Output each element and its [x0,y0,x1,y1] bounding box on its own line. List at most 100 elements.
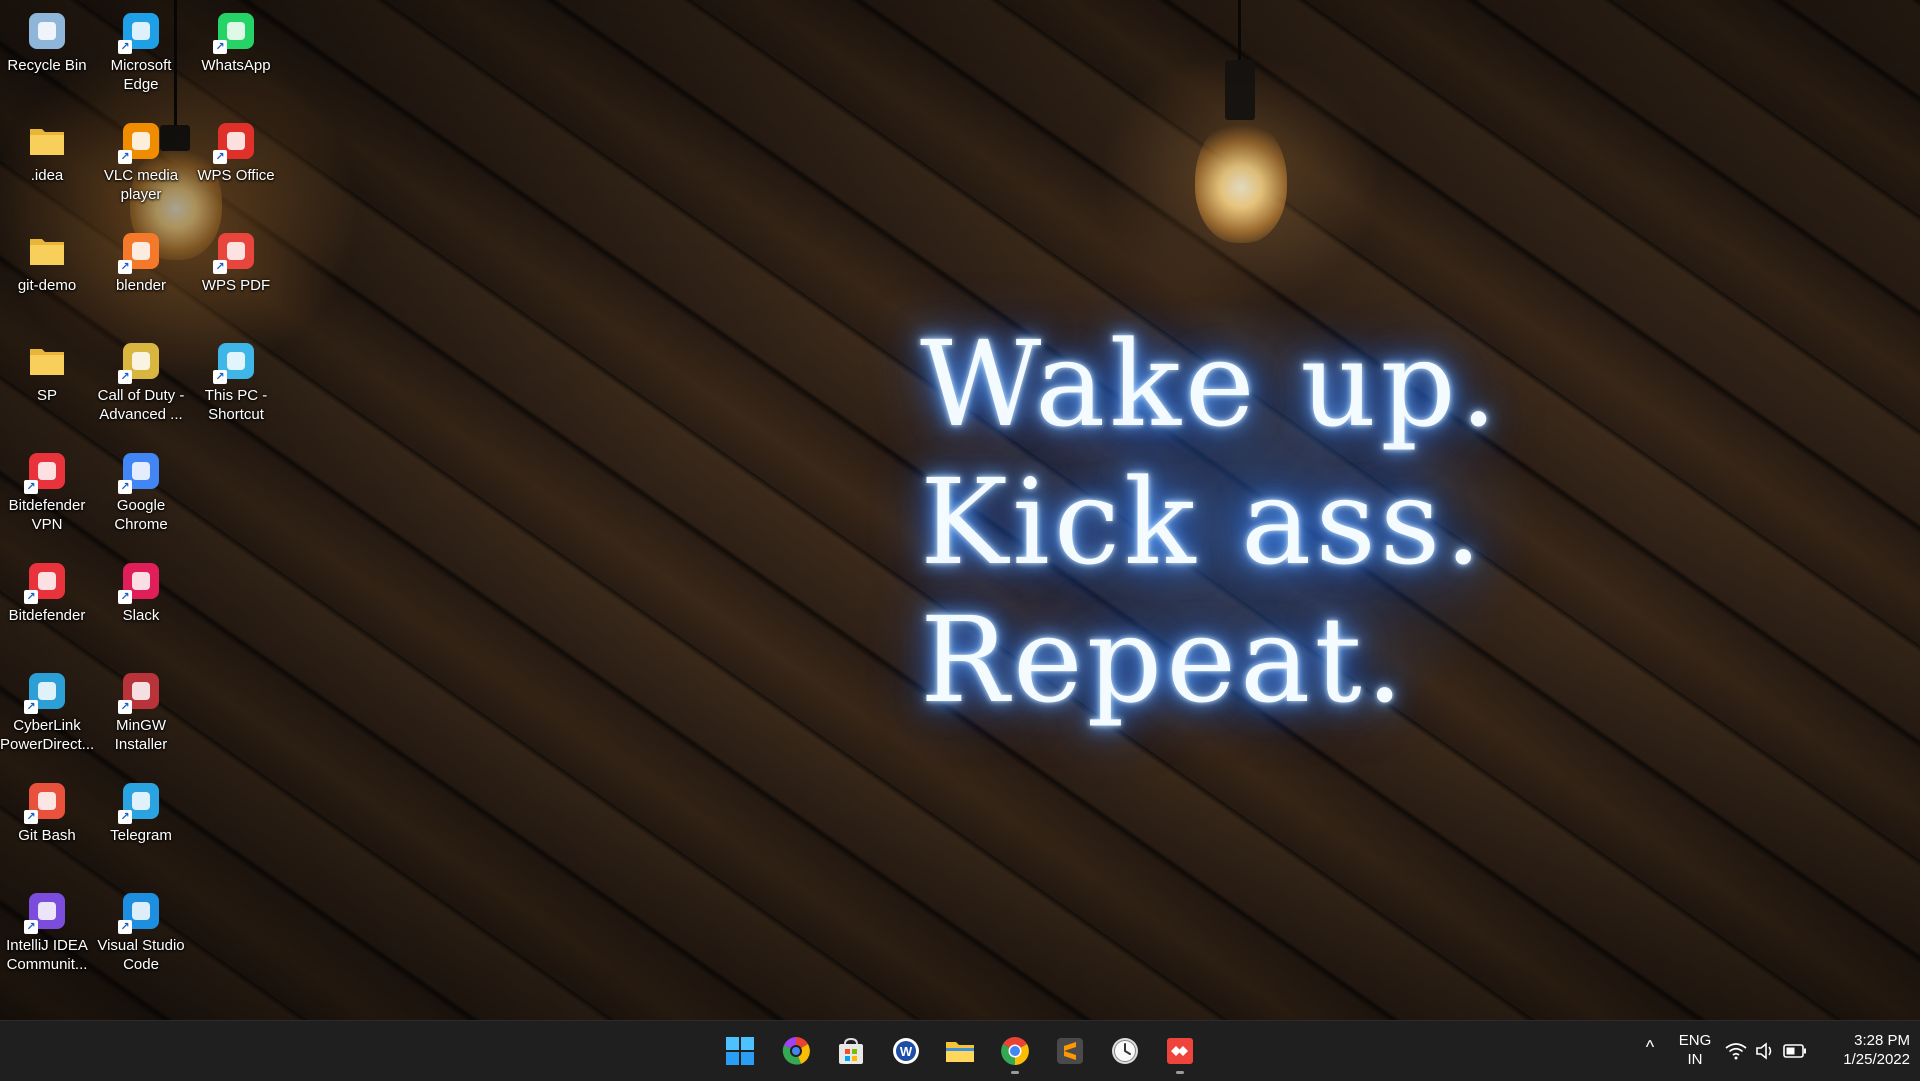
sublime-text-icon [1057,1038,1083,1064]
show-hidden-icons-button[interactable]: ^ [1638,1037,1662,1061]
desktop-icon[interactable]: ↗ Telegram [94,772,188,878]
clock-date: 1/25/2022 [1843,1051,1910,1068]
shortcut-arrow-icon: ↗ [118,480,132,494]
light-bulb-right [1195,118,1287,243]
microsoft-store-icon [839,1037,863,1064]
neon-line-3: Repeat. [920,591,1408,729]
taskbar-app-file-explorer[interactable] [940,1031,980,1071]
desktop-icon[interactable]: ↗ Slack [94,552,188,658]
region-code: IN [1687,1051,1703,1068]
desktop-icon-label: Google Chrome [114,497,168,533]
taskbar-app-clock[interactable] [1105,1031,1145,1071]
intellij-icon: ↗ [24,890,68,934]
mingw-icon: ↗ [118,670,162,714]
windows-start-icon [726,1037,754,1065]
desktop-icon-label: Bitdefender [8,607,86,624]
call-of-duty-icon: ↗ [118,340,162,384]
taskbar-app-store[interactable] [831,1031,871,1071]
shortcut-arrow-icon: ↗ [24,480,38,494]
desktop-icon-label: WPS PDF [201,277,271,294]
desktop-icon-label: Recycle Bin [7,57,87,74]
folder-icon [26,340,68,382]
shortcut-arrow-icon: ↗ [24,920,38,934]
desktop-wallpaper: Wake up. Kick ass. Repeat. [0,0,1920,1020]
slack-icon: ↗ [118,560,162,604]
wps-pdf-icon: ↗ [213,230,257,274]
desktop-icon[interactable]: ↗ Microsoft Edge [94,2,188,108]
desktop-icon-label: This PC - Shortcut [204,387,268,423]
shortcut-arrow-icon: ↗ [118,590,132,604]
shortcut-arrow-icon: ↗ [118,370,132,384]
recycle-bin-icon [26,10,68,52]
desktop-icon-label: Slack [122,607,160,624]
svg-text:W: W [900,1044,913,1059]
language-indicator[interactable]: ENG IN [1670,1031,1720,1069]
shortcut-arrow-icon: ↗ [213,260,227,274]
bitdefender-vpn-icon: ↗ [24,450,68,494]
taskbar-app-w[interactable]: W [886,1031,926,1071]
desktop-icon[interactable]: ↗ Google Chrome [94,442,188,548]
file-explorer-icon [946,1042,974,1062]
taskbar-app-chrome-canary[interactable] [776,1031,816,1071]
start-button[interactable] [720,1031,760,1071]
bulb-cord [1238,0,1241,65]
desktop-icon[interactable]: ↗ Bitdefender VPN [0,442,94,548]
shortcut-arrow-icon: ↗ [24,590,38,604]
desktop-icon-label: VLC media player [103,167,179,203]
quick-settings-button[interactable] [1725,1039,1811,1063]
desktop-icon[interactable]: ↗ VLC media player [94,112,188,218]
clock-date-button[interactable]: 3:28 PM 1/25/2022 [1810,1031,1910,1069]
desktop-icon[interactable]: ↗ CyberLink PowerDirect... [0,662,94,768]
desktop-icon-label: Git Bash [18,827,76,844]
desktop-icon[interactable]: git-demo [0,222,94,328]
shortcut-arrow-icon: ↗ [118,810,132,824]
clock-time: 3:28 PM [1854,1032,1910,1049]
desktop-icon[interactable]: ↗ Call of Duty - Advanced ... [94,332,188,438]
desktop-icon[interactable]: ↗ WhatsApp [189,2,283,108]
bulb-cap [1225,60,1255,120]
taskbar-app-chrome[interactable] [995,1031,1035,1074]
chevron-up-icon: ^ [1645,1037,1655,1057]
desktop-icon-label: Visual Studio Code [97,937,185,973]
desktop-icon-label: Telegram [110,827,172,844]
running-indicator [1011,1071,1019,1074]
desktop-icon-label: Bitdefender VPN [8,497,86,533]
neon-sign: Wake up. Kick ass. Repeat. [920,315,1620,729]
shortcut-arrow-icon: ↗ [213,150,227,164]
desktop-icon[interactable]: ↗ This PC - Shortcut [189,332,283,438]
desktop-icon[interactable]: ↗ WPS PDF [189,222,283,328]
desktop-icon[interactable]: ↗ IntelliJ IDEA Communit... [0,882,94,988]
vscode-icon: ↗ [118,890,162,934]
desktop-icon[interactable]: SP [0,332,94,438]
desktop-icon-label: blender [115,277,167,294]
anydesk-icon [1167,1038,1193,1064]
cyberlink-icon: ↗ [24,670,68,714]
shortcut-arrow-icon: ↗ [24,700,38,714]
shortcut-arrow-icon: ↗ [213,40,227,54]
desktop-icon[interactable]: ↗ Visual Studio Code [94,882,188,988]
desktop-icon[interactable]: .idea [0,112,94,218]
wps-office-icon: ↗ [213,120,257,164]
desktop-icon-label: .idea [30,167,64,184]
running-indicator [1176,1071,1184,1074]
desktop-icon[interactable]: ↗ WPS Office [189,112,283,218]
wifi-icon [1725,1043,1747,1060]
bitdefender-icon: ↗ [24,560,68,604]
desktop-icon[interactable]: ↗ Bitdefender [0,552,94,658]
desktop-icon[interactable]: ↗ Git Bash [0,772,94,878]
shortcut-arrow-icon: ↗ [118,40,132,54]
clock-icon [1112,1038,1138,1064]
desktop-icon[interactable]: Recycle Bin [0,2,94,108]
taskbar-app-anydesk[interactable] [1160,1031,1200,1074]
battery-icon [1783,1044,1806,1058]
taskbar-app-sublime[interactable] [1050,1031,1090,1071]
blender-icon: ↗ [118,230,162,274]
folder-icon [26,230,68,272]
edge-icon: ↗ [118,10,162,54]
desktop-icon-label: CyberLink PowerDirect... [0,717,95,753]
desktop-icon[interactable]: ↗ blender [94,222,188,328]
desktop-icon-label: SP [36,387,57,404]
volume-icon [1756,1042,1772,1060]
desktop-icon[interactable]: ↗ MinGW Installer [94,662,188,768]
desktop-icon-label: Microsoft Edge [110,57,172,93]
